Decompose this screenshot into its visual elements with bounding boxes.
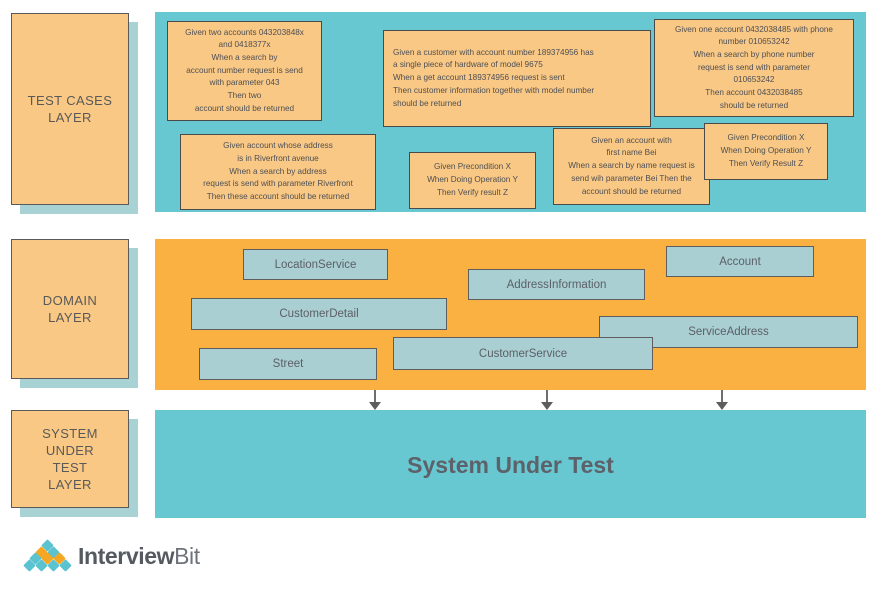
- interviewbit-logo-text: InterviewBit: [78, 543, 200, 570]
- test-case-card-precondition-right: Given Precondition X When Doing Operatio…: [704, 123, 828, 180]
- diagram-canvas: TEST CASES LAYER Given two accounts 0432…: [0, 0, 884, 590]
- test-case-card-account-first-name: Given an account with first name Bei Whe…: [553, 128, 710, 205]
- domain-box-customer-service: CustomerService: [393, 337, 653, 370]
- arrow-head-2: [541, 402, 553, 410]
- system-under-test-layer-label: SYSTEM UNDER TEST LAYER: [11, 410, 129, 508]
- domain-box-location-service: LocationService: [243, 249, 388, 280]
- test-cases-layer-label: TEST CASES LAYER: [11, 13, 129, 205]
- test-case-card-address-riverfront: Given account whose address is in Riverf…: [180, 134, 376, 210]
- domain-box-account: Account: [666, 246, 814, 277]
- arrow-head-3: [716, 402, 728, 410]
- interviewbit-logo-mark: [22, 539, 72, 572]
- test-case-card-accounts-search: Given two accounts 043203848x and 041837…: [167, 21, 322, 121]
- arrow-head-1: [369, 402, 381, 410]
- system-under-test-band: System Under Test: [155, 410, 866, 518]
- domain-box-customer-detail: CustomerDetail: [191, 298, 447, 330]
- domain-layer-label: DOMAIN LAYER: [11, 239, 129, 379]
- domain-box-street: Street: [199, 348, 377, 380]
- logo-name-bold: Interview: [78, 542, 175, 569]
- system-under-test-title: System Under Test: [407, 452, 614, 478]
- domain-box-address-information: AddressInformation: [468, 269, 645, 300]
- interviewbit-logo: InterviewBit: [22, 539, 200, 572]
- logo-name-light: Bit: [174, 542, 200, 569]
- test-case-card-account-phone: Given one account 0432038485 with phone …: [654, 19, 854, 117]
- test-case-card-precondition-middle: Given Precondition X When Doing Operatio…: [409, 152, 536, 209]
- test-case-card-customer-hardware: Given a customer with account number 189…: [383, 30, 651, 127]
